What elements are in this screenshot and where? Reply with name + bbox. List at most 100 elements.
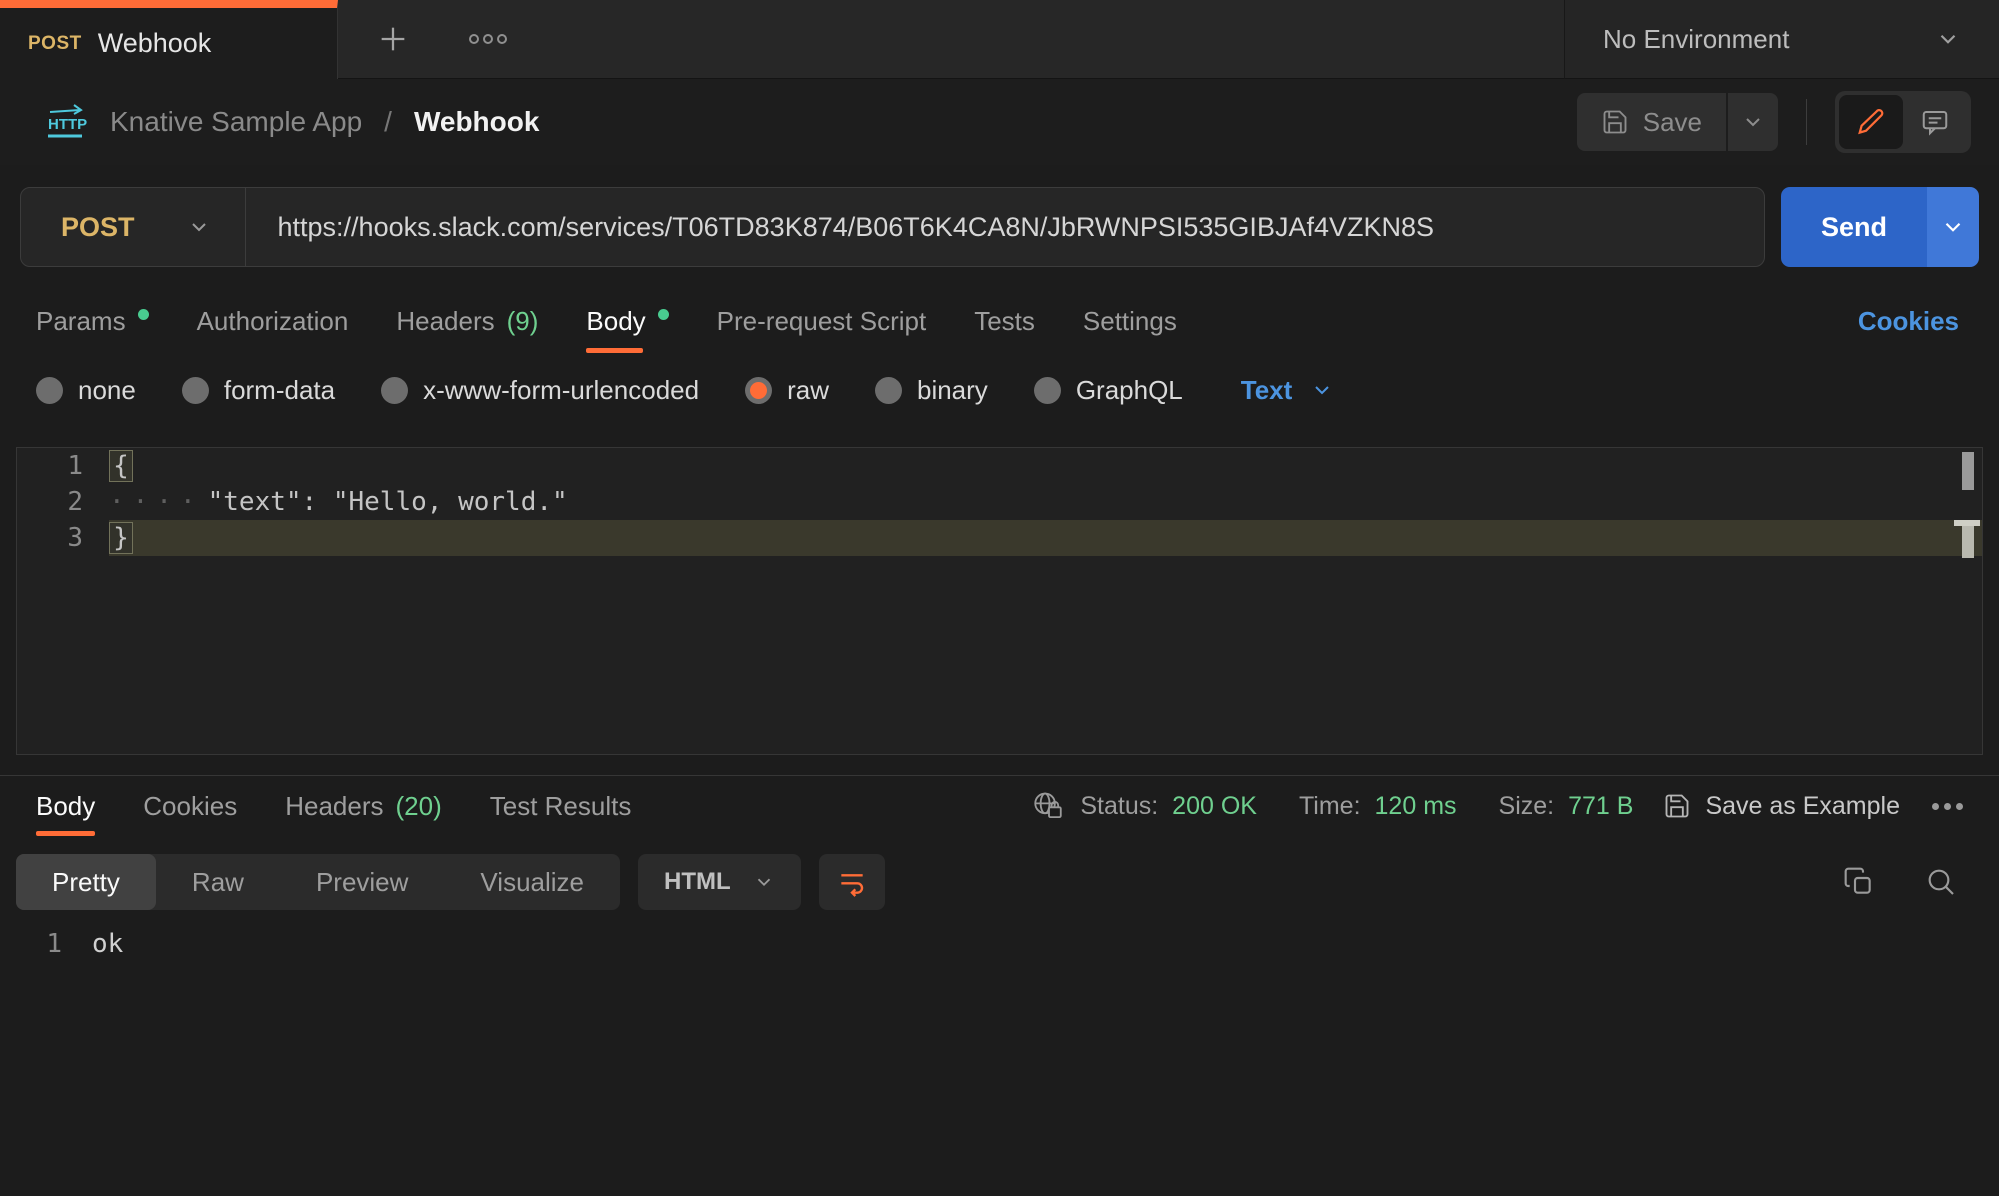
tab-settings-label: Settings: [1083, 306, 1177, 337]
radio-graphql-label: GraphQL: [1076, 375, 1183, 406]
url-input[interactable]: https://hooks.slack.com/services/T06TD83…: [246, 188, 1764, 266]
chevron-down-icon: [1310, 378, 1334, 402]
radio-binary-label: binary: [917, 375, 988, 406]
view-pretty[interactable]: Pretty: [16, 854, 156, 910]
response-tab-test-results-label: Test Results: [490, 791, 632, 822]
line-number: 1: [17, 451, 109, 481]
response-body-viewer[interactable]: 1 ok: [0, 910, 1999, 1196]
whitespace-dots: ····: [109, 487, 204, 517]
response-tab-body[interactable]: Body: [36, 776, 95, 836]
response-view-switch: Pretty Raw Preview Visualize: [16, 854, 620, 910]
response-line-text: ok: [92, 929, 123, 959]
copy-icon: [1843, 866, 1875, 898]
view-raw[interactable]: Raw: [156, 854, 280, 910]
code-line-1: 1 {: [17, 448, 1982, 484]
search-response-button[interactable]: [1925, 866, 1957, 898]
code-text: "text": "Hello, world.": [208, 487, 568, 517]
header-divider: [1806, 99, 1807, 145]
radio-none-label: none: [78, 375, 136, 406]
time-label: Time:: [1299, 792, 1361, 821]
cookies-link[interactable]: Cookies: [1858, 289, 1963, 353]
breadcrumb-request-name[interactable]: Webhook: [414, 106, 539, 138]
method-select[interactable]: POST: [21, 188, 245, 266]
copy-response-button[interactable]: [1843, 866, 1875, 898]
save-as-example-label: Save as Example: [1705, 792, 1900, 821]
tab-headers-label: Headers: [396, 306, 494, 337]
comment-icon: [1920, 107, 1950, 137]
open-request-tab[interactable]: POST Webhook: [0, 0, 338, 79]
breadcrumb-separator: /: [384, 106, 392, 138]
radio-x-www-form-urlencoded[interactable]: x-www-form-urlencoded: [381, 375, 699, 406]
send-button[interactable]: Send: [1781, 187, 1927, 267]
response-tab-headers[interactable]: Headers (20): [285, 776, 442, 836]
response-format-label: HTML: [664, 868, 731, 896]
radio-binary[interactable]: binary: [875, 375, 988, 406]
save-icon: [1663, 792, 1691, 820]
line-number: 2: [17, 487, 109, 517]
radio-none[interactable]: none: [36, 375, 136, 406]
url-bar: POST https://hooks.slack.com/services/T0…: [20, 187, 1765, 267]
radio-graphql[interactable]: GraphQL: [1034, 375, 1183, 406]
method-label: POST: [61, 212, 135, 243]
tab-title: Webhook: [98, 28, 212, 59]
save-as-example-button[interactable]: Save as Example: [1663, 792, 1900, 821]
body-active-dot: [658, 309, 669, 320]
line-number: 3: [17, 523, 109, 553]
radio-raw[interactable]: raw: [745, 375, 829, 406]
wrap-lines-button[interactable]: [819, 854, 885, 910]
tab-settings[interactable]: Settings: [1083, 289, 1177, 353]
tab-params-label: Params: [36, 306, 126, 337]
tab-options-button[interactable]: [466, 31, 510, 47]
tab-authorization-label: Authorization: [197, 306, 349, 337]
edit-request-button[interactable]: [1839, 95, 1903, 149]
chevron-down-icon: [1935, 26, 1961, 52]
chevron-down-icon: [1940, 214, 1966, 240]
search-icon: [1925, 866, 1957, 898]
tab-method-badge: POST: [28, 33, 82, 55]
scrollbar-thumb[interactable]: [1962, 452, 1974, 490]
new-tab-button[interactable]: [376, 22, 410, 56]
response-tab-cookies[interactable]: Cookies: [143, 776, 237, 836]
response-format-select[interactable]: HTML: [638, 854, 801, 910]
save-button-group: Save: [1577, 93, 1778, 151]
tab-headers[interactable]: Headers (9): [396, 289, 538, 353]
save-button[interactable]: Save: [1577, 93, 1726, 151]
tab-body[interactable]: Body: [586, 289, 668, 353]
globe-lock-icon: [1032, 790, 1066, 822]
tab-params[interactable]: Params: [36, 289, 149, 353]
response-tab-test-results[interactable]: Test Results: [490, 776, 632, 836]
tab-authorization[interactable]: Authorization: [197, 289, 349, 353]
editor-scrollbar[interactable]: [1960, 450, 1976, 752]
view-preview[interactable]: Preview: [280, 854, 444, 910]
status-value: 200 OK: [1172, 792, 1257, 821]
tab-strip: [338, 0, 1564, 79]
chevron-down-icon: [753, 871, 775, 893]
plus-icon: [376, 22, 410, 56]
breadcrumb-collection[interactable]: Knative Sample App: [110, 106, 362, 138]
params-active-dot: [138, 309, 149, 320]
tab-tests[interactable]: Tests: [974, 289, 1035, 353]
comments-button[interactable]: [1903, 95, 1967, 149]
tab-body-label: Body: [586, 306, 645, 337]
environment-label: No Environment: [1603, 24, 1789, 55]
request-tab-bar: POST Webhook No Environment: [0, 0, 1999, 79]
request-body-editor[interactable]: 1 { 2 ···· "text": "Hello, world." 3 }: [16, 447, 1983, 755]
view-visualize[interactable]: Visualize: [444, 854, 620, 910]
environment-selector[interactable]: No Environment: [1564, 0, 1999, 79]
radio-circle: [381, 377, 408, 404]
radio-urlencoded-label: x-www-form-urlencoded: [423, 375, 699, 406]
code-line-3: 3 }: [17, 520, 1982, 556]
edit-comment-group: [1835, 91, 1971, 153]
url-row: POST https://hooks.slack.com/services/T0…: [20, 187, 1979, 267]
svg-text:HTTP: HTTP: [48, 116, 87, 133]
response-options-button[interactable]: [1932, 803, 1963, 810]
cursor-ruler-marker-stem: [1962, 526, 1974, 558]
radio-circle: [182, 377, 209, 404]
save-options-button[interactable]: [1728, 93, 1778, 151]
radio-form-data[interactable]: form-data: [182, 375, 335, 406]
tab-pre-request-script[interactable]: Pre-request Script: [717, 289, 927, 353]
status-label: Status:: [1080, 792, 1158, 821]
raw-language-select[interactable]: Text: [1241, 375, 1335, 406]
send-options-button[interactable]: [1927, 187, 1979, 267]
headers-count: (9): [507, 306, 539, 337]
